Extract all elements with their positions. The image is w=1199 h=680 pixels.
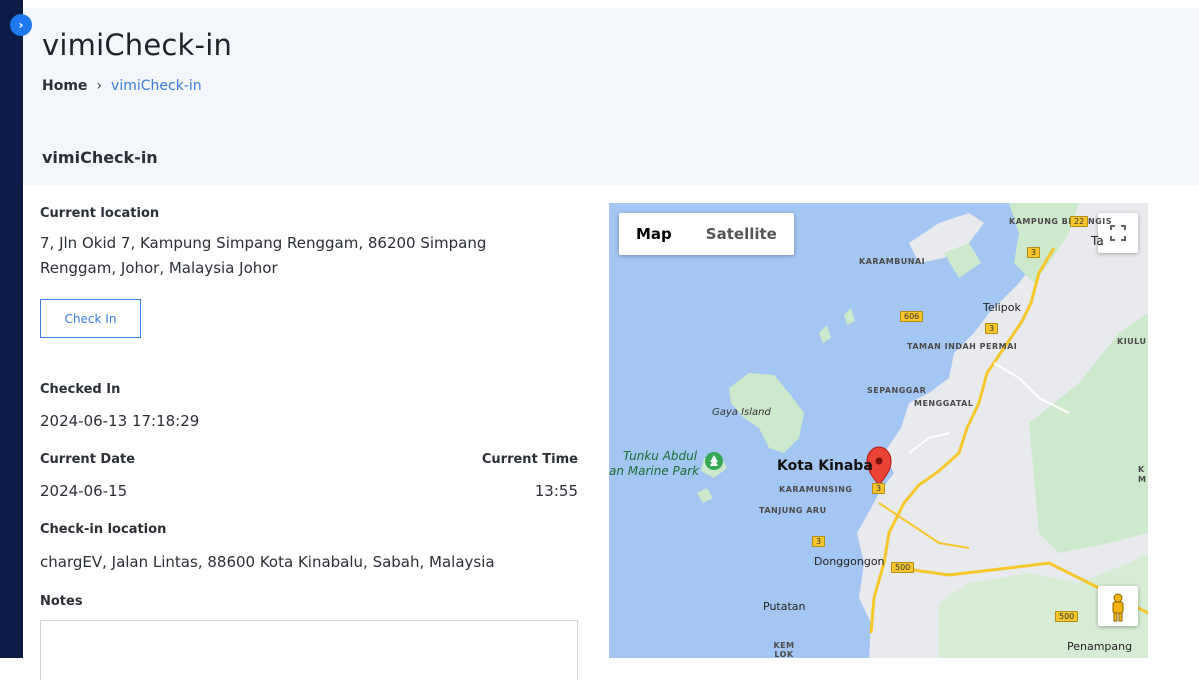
page-header: vimiCheck-in Home › vimiCheck-in vimiChe…: [23, 8, 1199, 185]
street-view-pegman-icon: [1112, 593, 1124, 622]
section-title: vimiCheck-in: [42, 148, 158, 167]
current-location-label: Current location: [40, 206, 160, 221]
sidebar-toggle-button[interactable]: ›: [10, 14, 32, 36]
map-label-kiulu: KIULU: [1117, 337, 1147, 346]
route-shield: 22: [1070, 216, 1089, 227]
checkin-location-value: chargEV, Jalan Lintas, 88600 Kota Kinaba…: [40, 553, 495, 571]
check-in-button[interactable]: Check In: [40, 299, 141, 338]
breadcrumb-home-link[interactable]: Home: [42, 78, 87, 94]
current-time-value: 13:55: [534, 482, 578, 500]
map-label-telipok: Telipok: [983, 301, 1021, 314]
map-label-tunku-abdul: Tunku Abdul: [623, 449, 698, 463]
map-label-ta: Ta: [1091, 234, 1104, 248]
current-location-value: 7, Jln Okid 7, Kampung Simpang Renggam, …: [40, 234, 487, 277]
park-marker-icon: [705, 452, 723, 470]
route-shield: 3: [1027, 247, 1041, 258]
map-label-menggatal: MENGGATAL: [914, 399, 974, 408]
map-label-kem-lok-kawi: KEM LOK KAWI: [773, 641, 795, 658]
route-shield: 3: [872, 483, 886, 494]
current-date-label: Current Date: [40, 452, 136, 467]
map-label-gaya-island: Gaya Island: [712, 407, 771, 418]
checked-in-label: Checked In: [40, 382, 121, 397]
page-title: vimiCheck-in: [42, 28, 233, 62]
street-view-button[interactable]: [1098, 586, 1138, 626]
route-shield: 500: [1055, 611, 1079, 622]
checked-in-value: 2024-06-13 17:18:29: [40, 412, 200, 430]
map-label-kampung-berungis: KAMPUNG BERUNGIS: [1009, 217, 1112, 226]
route-shield: 3: [985, 323, 999, 334]
map-label-kota-kinabalu: Kota Kinaba: [777, 458, 873, 474]
breadcrumb-current[interactable]: vimiCheck-in: [111, 78, 202, 94]
route-shield: 500: [891, 562, 915, 573]
map-label-penampang: Penampang: [1067, 640, 1133, 653]
route-shield: 3: [812, 536, 826, 547]
map-label-putatan: Putatan: [763, 600, 806, 613]
breadcrumb-separator-icon: ›: [96, 78, 103, 94]
route-shield: 606: [900, 311, 924, 322]
top-bar: [23, 0, 1199, 8]
map-type-map-button[interactable]: Map: [619, 213, 689, 255]
map-label-sepanggar: SEPANGGAR: [867, 386, 927, 395]
checkin-location-label: Check-in location: [40, 522, 167, 537]
chevron-right-icon: ›: [18, 18, 24, 32]
map-label-taman-indah-permai: TAMAN INDAH PERMAI: [907, 342, 1018, 351]
map-label-karamunsing: KARAMUNSING: [779, 485, 853, 494]
notes-label: Notes: [40, 594, 83, 609]
breadcrumb: Home › vimiCheck-in: [42, 78, 202, 94]
checkin-panel: Current location 7, Jln Okid 7, Kampung …: [40, 185, 580, 680]
notes-textarea[interactable]: [40, 620, 578, 680]
map-canvas[interactable]: [609, 203, 1148, 658]
sidebar: [0, 0, 23, 658]
map-label-k-edge: K: [1138, 465, 1145, 474]
current-date-value: 2024-06-15: [40, 482, 128, 500]
map-label-tanjung-aru: TANJUNG ARU: [759, 506, 827, 515]
map-type-satellite-button[interactable]: Satellite: [689, 213, 794, 255]
map-label-m-edge: M: [1138, 475, 1147, 484]
map-type-control: Map Satellite: [619, 213, 794, 255]
current-time-label: Current Time: [481, 452, 578, 467]
map-view[interactable]: Map Satellite KAMPUNG BERUNGIS 22 Ta 3 K…: [609, 203, 1148, 658]
map-label-karambunai: KARAMBUNAI: [859, 257, 926, 266]
map-label-marine-park: an Marine Park: [609, 464, 700, 478]
map-label-donggongon: Donggongon: [814, 555, 885, 568]
